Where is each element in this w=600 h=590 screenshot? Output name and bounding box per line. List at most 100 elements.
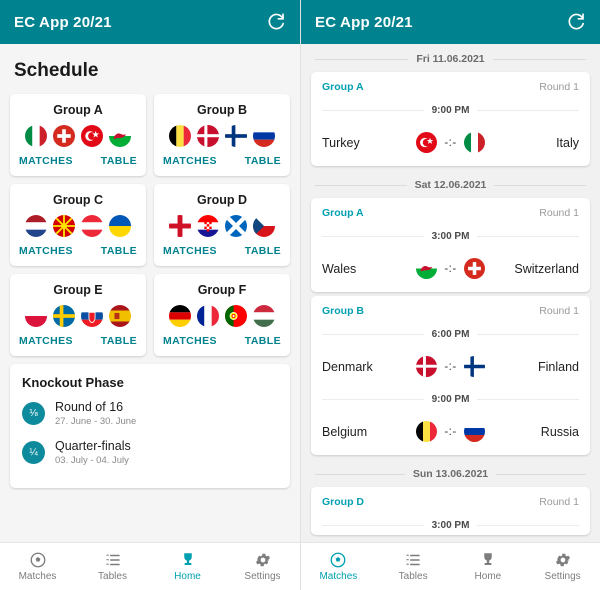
away-team-name: Italy: [556, 135, 580, 150]
flag-icon-hungary: [253, 305, 275, 327]
nav-item-tables[interactable]: Tables: [376, 551, 451, 582]
group-card-f: Group F MATCHES TABLE: [154, 274, 290, 356]
match-round-label: Round 1: [539, 496, 579, 508]
group-card-c: Group C MATCHES TABLE: [10, 184, 146, 266]
group-table-button[interactable]: TABLE: [245, 245, 281, 257]
home-team-name: Wales: [322, 261, 357, 276]
match-card-header: Group A Round 1: [311, 72, 590, 101]
knockout-fraction-badge: ¼: [22, 441, 45, 465]
app-root: EC App 20/21 Schedule Group A MATCHES TABL…: [0, 0, 600, 590]
match-row[interactable]: Wales -:- Switzerland: [311, 246, 590, 292]
trophy-icon: [179, 551, 197, 569]
nav-item-tables[interactable]: Tables: [75, 551, 150, 582]
match-time-label: 9:00 PM: [431, 394, 470, 405]
separator-line: [477, 334, 580, 335]
nav-item-matches[interactable]: Matches: [0, 551, 75, 582]
nav-item-home[interactable]: Home: [150, 551, 225, 582]
flag-icon-sweden: [53, 305, 75, 327]
match-row[interactable]: Denmark -:- Finland: [311, 344, 590, 390]
group-table-button[interactable]: TABLE: [101, 155, 137, 167]
separator-line: [322, 525, 424, 526]
match-card[interactable]: Group A Round 1 9:00 PM Turkey -:- Italy: [311, 72, 590, 166]
flag-icon-croatia: [197, 215, 219, 237]
group-flag-row: [25, 305, 131, 327]
match-date-label: Fri 11.06.2021: [416, 53, 485, 65]
refresh-icon[interactable]: [566, 12, 586, 32]
knockout-title: Knockout Phase: [22, 375, 124, 390]
match-round-label: Round 1: [539, 81, 579, 93]
nav-item-label: Tables: [398, 571, 428, 582]
match-time-label: 6:00 PM: [431, 329, 470, 340]
match-group-link[interactable]: Group B: [322, 305, 364, 317]
nav-item-settings[interactable]: Settings: [525, 551, 600, 582]
app-title: EC App 20/21: [14, 13, 112, 31]
group-matches-button[interactable]: MATCHES: [163, 335, 217, 347]
nav-item-home[interactable]: Home: [451, 551, 526, 582]
nav-item-label: Matches: [18, 571, 57, 582]
match-date-separator: Sat 12.06.2021: [311, 170, 590, 198]
match-card[interactable]: Group D Round 1 3:00 PM: [311, 487, 590, 535]
app-bar-left: EC App 20/21: [0, 0, 300, 44]
knockout-round-text: Quarter-finals 03. July - 04. July: [55, 439, 131, 467]
match-card[interactable]: Group B Round 1 6:00 PM Denmark -:- Finland 9:…: [311, 296, 590, 455]
match-card-header: Group D Round 1: [311, 487, 590, 516]
flag-icon-poland: [25, 305, 47, 327]
knockout-rounds-list: ⅛ Round of 16 27. June - 30. June ¼ Quarter-…: [22, 400, 278, 467]
group-card-title: Group E: [53, 283, 103, 297]
flag-icon-russia: [463, 421, 485, 442]
group-card-actions: MATCHES TABLE: [17, 333, 139, 351]
group-table-button[interactable]: TABLE: [101, 245, 137, 257]
group-matches-button[interactable]: MATCHES: [19, 335, 73, 347]
separator-line: [477, 399, 580, 400]
flag-icon-slovakia: [81, 305, 103, 327]
match-card[interactable]: Group A Round 1 3:00 PM Wales -:- Switzerland: [311, 198, 590, 292]
flag-icon-england: [169, 215, 191, 237]
nav-item-label: Settings: [544, 571, 581, 582]
bottom-nav-right[interactable]: Matches Tables Home Settings: [301, 542, 600, 590]
nav-item-matches[interactable]: Matches: [301, 551, 376, 582]
match-time-label: 3:00 PM: [431, 231, 470, 242]
separator-line: [315, 58, 409, 60]
separator-line: [315, 184, 407, 186]
match-row[interactable]: Belgium -:- Russia: [311, 409, 590, 455]
group-matches-button[interactable]: MATCHES: [163, 245, 217, 257]
home-team-name: Denmark: [322, 359, 373, 374]
match-row[interactable]: Turkey -:- Italy: [311, 120, 590, 166]
group-matches-button[interactable]: MATCHES: [163, 155, 217, 167]
match-round-label: Round 1: [539, 305, 579, 317]
right-phone-panel: EC App 20/21 Fri 11.06.2021 Group A Round …: [300, 0, 600, 590]
flag-icon-portugal: [225, 305, 247, 327]
knockout-round-row[interactable]: ¼ Quarter-finals 03. July - 04. July: [22, 439, 278, 467]
nav-item-settings[interactable]: Settings: [225, 551, 300, 582]
flag-icon-czech-republic: [253, 215, 275, 237]
match-group-link[interactable]: Group A: [322, 81, 364, 93]
right-scroll-body[interactable]: Fri 11.06.2021 Group A Round 1 9:00 PM Turke…: [301, 44, 600, 542]
bottom-nav-left[interactable]: Matches Tables Home Settings: [0, 542, 300, 590]
separator-line: [322, 399, 424, 400]
group-matches-button[interactable]: MATCHES: [19, 155, 73, 167]
knockout-round-row[interactable]: ⅛ Round of 16 27. June - 30. June: [22, 400, 278, 428]
flag-icon-germany: [169, 305, 191, 327]
group-matches-button[interactable]: MATCHES: [19, 245, 73, 257]
home-team-name: Belgium: [322, 424, 368, 439]
nav-item-label: Settings: [244, 571, 281, 582]
knockout-phase-card: Knockout Phase ⅛ Round of 16 27. June - 30…: [10, 364, 290, 488]
match-group-link[interactable]: Group D: [322, 496, 364, 508]
flag-icon-switzerland: [53, 125, 75, 147]
left-scroll-body[interactable]: Schedule Group A MATCHES TABLE Group B MATCH…: [0, 44, 300, 542]
group-table-button[interactable]: TABLE: [101, 335, 137, 347]
match-date-separator: Sun 13.06.2021: [311, 459, 590, 487]
flag-icon-wales: [109, 125, 131, 147]
group-table-button[interactable]: TABLE: [245, 335, 281, 347]
match-time-label: 9:00 PM: [431, 105, 470, 116]
flag-icon-finland: [463, 356, 485, 377]
gear-icon: [254, 551, 272, 569]
refresh-icon[interactable]: [266, 12, 286, 32]
match-time-separator: 9:00 PM: [311, 390, 590, 409]
knockout-round-name: Quarter-finals: [55, 438, 131, 453]
app-title: EC App 20/21: [315, 13, 413, 31]
group-card-actions: MATCHES TABLE: [17, 153, 139, 171]
group-table-button[interactable]: TABLE: [245, 155, 281, 167]
flag-icon-switzerland: [463, 258, 485, 279]
match-group-link[interactable]: Group A: [322, 207, 364, 219]
